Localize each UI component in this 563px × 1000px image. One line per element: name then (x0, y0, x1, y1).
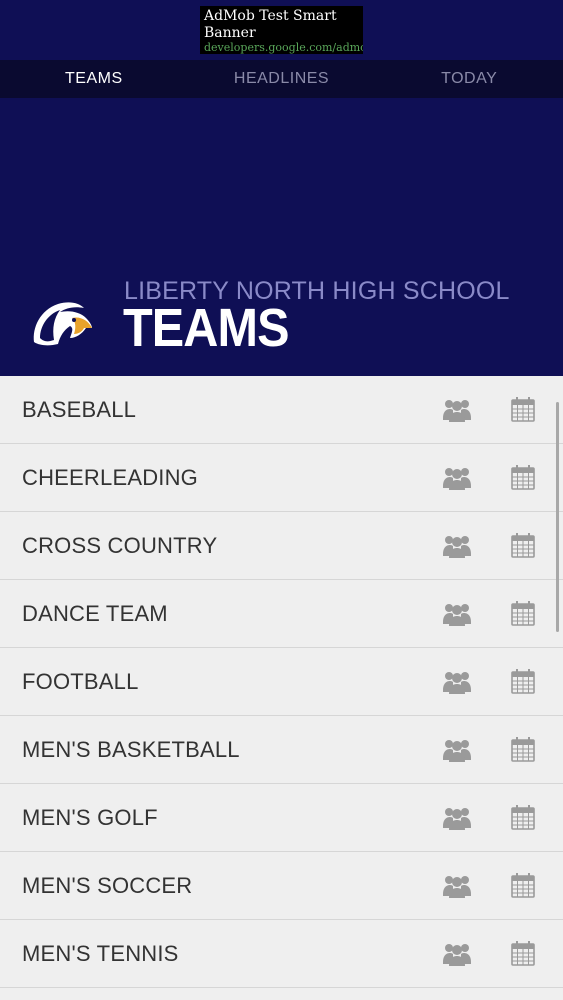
calendar-icon[interactable] (508, 872, 538, 900)
team-name: MEN'S BASKETBALL (22, 736, 240, 762)
calendar-icon[interactable] (508, 532, 538, 560)
list-item[interactable]: MEN'S GOLF (0, 784, 563, 852)
tab-today[interactable]: TODAY (375, 60, 563, 98)
ad-title: AdMob Test Smart Banner (204, 8, 337, 41)
calendar-icon[interactable] (508, 668, 538, 696)
calendar-icon[interactable] (508, 396, 538, 424)
team-name: MEN'S TENNIS (22, 940, 179, 966)
calendar-icon[interactable] (508, 940, 538, 968)
team-name: FOOTBALL (22, 668, 139, 694)
team-name: BASEBALL (22, 396, 137, 422)
list-item[interactable]: DANCE TEAM (0, 580, 563, 648)
eagle-logo-icon (33, 302, 92, 346)
calendar-icon[interactable] (508, 804, 538, 832)
list-item[interactable]: MEN'S BASKETBALL (0, 716, 563, 784)
list-item[interactable]: MEN'S TENNIS (0, 920, 563, 988)
tab-headlines[interactable]: HEADLINES (188, 60, 376, 98)
people-group-icon[interactable] (442, 464, 472, 492)
list-item[interactable]: FOOTBALL (0, 648, 563, 716)
scrollbar[interactable] (556, 402, 559, 632)
top-banner-area: AdMob Test Smart Banner developers.googl… (0, 0, 563, 60)
tab-teams[interactable]: TEAMS (0, 60, 188, 98)
team-name: MEN'S GOLF (22, 804, 158, 830)
people-group-icon[interactable] (442, 736, 472, 764)
page-title: TEAMS (123, 298, 289, 358)
list-item[interactable]: BASEBALL (0, 376, 563, 444)
calendar-icon[interactable] (508, 736, 538, 764)
calendar-icon[interactable] (508, 600, 538, 628)
people-group-icon[interactable] (442, 532, 472, 560)
team-name: MEN'S SOCCER (22, 872, 193, 898)
ad-url: developers.google.com/admob (204, 41, 363, 54)
page-header: LIBERTY NORTH HIGH SCHOOL TEAMS (0, 98, 563, 376)
people-group-icon[interactable] (442, 804, 472, 832)
people-group-icon[interactable] (442, 600, 472, 628)
people-group-icon[interactable] (442, 872, 472, 900)
team-name: CROSS COUNTRY (22, 532, 218, 558)
ad-banner[interactable]: AdMob Test Smart Banner developers.googl… (200, 6, 363, 54)
list-item[interactable]: CHEERLEADING (0, 444, 563, 512)
list-item[interactable]: CROSS COUNTRY (0, 512, 563, 580)
people-group-icon[interactable] (442, 668, 472, 696)
list-item[interactable]: MEN'S SOCCER (0, 852, 563, 920)
team-name: CHEERLEADING (22, 464, 198, 490)
calendar-icon[interactable] (508, 464, 538, 492)
people-group-icon[interactable] (442, 940, 472, 968)
team-name: DANCE TEAM (22, 600, 168, 626)
people-group-icon[interactable] (442, 396, 472, 424)
team-list: BASEBALL CHEERLEADING CROSS COUNTRY DANC… (0, 376, 563, 1000)
tab-bar: TEAMS HEADLINES TODAY (0, 60, 563, 98)
